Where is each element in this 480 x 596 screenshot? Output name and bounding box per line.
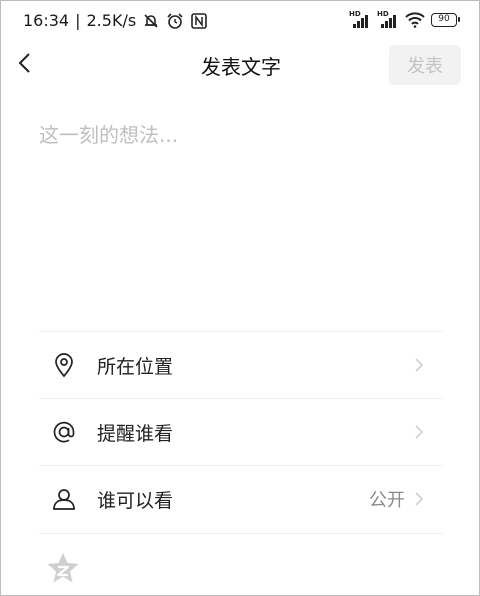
battery-icon: 90 bbox=[431, 13, 460, 27]
publish-button[interactable]: 发表 bbox=[389, 45, 461, 85]
divider bbox=[39, 533, 443, 534]
option-visibility-label: 谁可以看 bbox=[97, 489, 174, 512]
chevron-right-icon bbox=[415, 492, 424, 506]
status-bar-left: 16:34 | 2.5K/s bbox=[23, 11, 208, 30]
at-sign-icon bbox=[53, 421, 75, 443]
bell-mute-icon bbox=[144, 13, 158, 28]
compose-text-input[interactable] bbox=[39, 119, 443, 309]
chevron-right-icon bbox=[415, 358, 424, 372]
alarm-icon bbox=[167, 12, 183, 29]
hd-signal-1-icon: HD bbox=[349, 10, 371, 28]
qzone-star-icon[interactable] bbox=[45, 551, 81, 585]
status-bar-right: HD HD 90 bbox=[349, 10, 460, 28]
option-location-label: 所在位置 bbox=[97, 355, 174, 378]
option-visibility-value: 公开 bbox=[369, 490, 405, 511]
option-location[interactable]: 所在位置 bbox=[39, 332, 443, 398]
screen: 16:34 | 2.5K/s HD HD 90 发表文字 发表 这一刻的想法..… bbox=[0, 0, 480, 596]
wifi-icon bbox=[405, 12, 425, 28]
option-mention-label: 提醒谁看 bbox=[97, 422, 174, 445]
person-icon bbox=[53, 489, 75, 510]
option-mention[interactable]: 提醒谁看 bbox=[39, 399, 443, 465]
status-time: 16:34 bbox=[23, 11, 70, 30]
status-bar: 16:34 | 2.5K/s HD HD 90 bbox=[1, 1, 480, 41]
nfc-icon bbox=[191, 12, 207, 29]
status-separator: | bbox=[75, 11, 81, 30]
hd-signal-2-icon: HD bbox=[377, 10, 399, 28]
location-pin-icon bbox=[55, 353, 73, 378]
nav-bar: 发表文字 发表 bbox=[1, 41, 480, 87]
chevron-right-icon bbox=[415, 425, 424, 439]
option-visibility[interactable]: 谁可以看 公开 bbox=[39, 466, 443, 532]
network-speed: 2.5K/s bbox=[86, 11, 137, 30]
